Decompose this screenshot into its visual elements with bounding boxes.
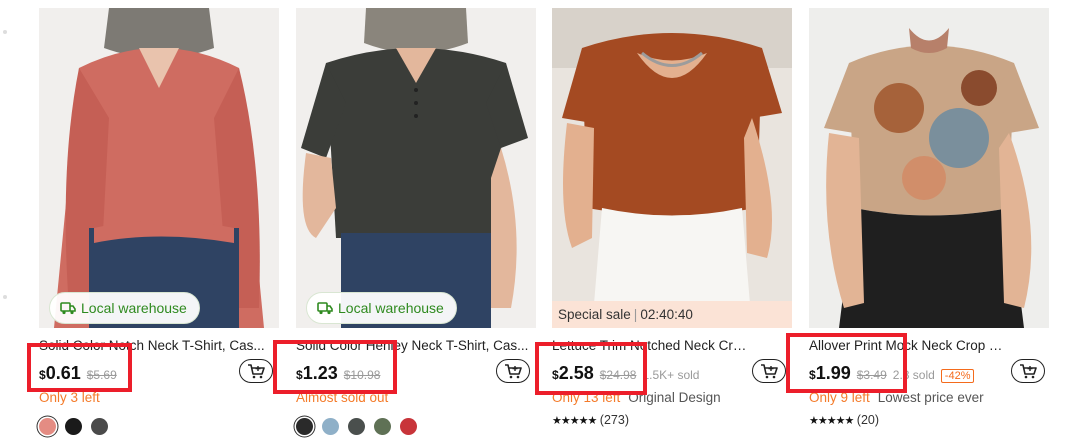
stock-status: Only 13 left Original Design: [552, 390, 721, 405]
sale-price: $1.99: [809, 363, 851, 383]
add-to-cart-button[interactable]: [752, 359, 786, 383]
add-to-cart-button[interactable]: [239, 359, 273, 383]
product-note: Lowest price ever: [877, 390, 984, 405]
sale-price: $0.61: [39, 363, 81, 383]
rating-count: (273): [599, 413, 629, 427]
discount-badge: -42%: [940, 369, 975, 383]
product-title[interactable]: Lettuce Trim Notched Neck Crop T-...: [552, 338, 752, 353]
product-title[interactable]: Solid Color Notch Neck T-Shirt, Cas...: [39, 338, 279, 353]
stock-status: Almost sold out: [296, 390, 389, 405]
product-card-1[interactable]: Local warehouse Solid Color Notch Neck T…: [39, 8, 279, 439]
add-to-cart-icon: [1020, 364, 1037, 379]
badge-label: Local warehouse: [81, 300, 187, 316]
price-row: $2.58 $24.98 1.5K+ sold: [552, 363, 699, 387]
product-note: Original Design: [628, 390, 721, 405]
add-to-cart-icon: [505, 364, 522, 379]
product-card-4[interactable]: Allover Print Mock Neck Crop Top, Y... $…: [809, 8, 1049, 439]
countdown-timer: 02:40:40: [640, 307, 693, 322]
sold-count: 1.5K+ sold: [642, 368, 700, 382]
add-to-cart-icon: [248, 364, 265, 379]
product-image[interactable]: Special sale | 02:40:40: [552, 8, 792, 328]
product-card-3[interactable]: Special sale | 02:40:40 Lettuce Trim Not…: [552, 8, 792, 439]
star-icon: ★★★★★: [809, 415, 854, 427]
color-swatch-2[interactable]: [65, 418, 82, 435]
badge-label: Local warehouse: [338, 300, 444, 316]
color-swatch-4[interactable]: [374, 418, 391, 435]
add-to-cart-button[interactable]: [1011, 359, 1045, 383]
rating-count: (20): [856, 413, 880, 427]
sale-price: $2.58: [552, 363, 594, 383]
product-title[interactable]: Solid Color Henley Neck T-Shirt, Cas...: [296, 338, 536, 353]
price-row: $1.23 $10.98: [296, 363, 380, 387]
product-image[interactable]: [809, 8, 1049, 328]
color-swatch-3[interactable]: [91, 418, 108, 435]
special-sale-banner: Special sale | 02:40:40: [552, 301, 792, 328]
price-row: $0.61 $5.69: [39, 363, 117, 387]
rating: ★★★★★ (20): [809, 413, 879, 427]
product-image[interactable]: Local warehouse: [39, 8, 279, 328]
color-swatch-5[interactable]: [400, 418, 417, 435]
product-image[interactable]: Local warehouse: [296, 8, 536, 328]
local-warehouse-icon: [60, 302, 76, 315]
stock-status: Only 3 left: [39, 390, 100, 405]
original-price: $10.98: [343, 368, 381, 382]
add-to-cart-icon: [761, 364, 778, 379]
color-swatch-2[interactable]: [322, 418, 339, 435]
product-title[interactable]: Allover Print Mock Neck Crop Top, Y...: [809, 338, 1009, 353]
star-icon: ★★★★★: [552, 415, 597, 427]
local-warehouse-badge: Local warehouse: [49, 292, 200, 324]
color-swatch-3[interactable]: [348, 418, 365, 435]
sale-label: Special sale: [558, 307, 631, 322]
add-to-cart-button[interactable]: [496, 359, 530, 383]
color-swatches: [296, 418, 417, 435]
original-price: $24.98: [599, 368, 637, 382]
sold-count: 2.8 sold: [892, 368, 935, 382]
color-swatch-1[interactable]: [39, 418, 56, 435]
stock-status: Only 9 left Lowest price ever: [809, 390, 984, 405]
product-card-2[interactable]: Local warehouse Solid Color Henley Neck …: [296, 8, 536, 439]
color-swatches: [39, 418, 108, 435]
local-warehouse-badge: Local warehouse: [306, 292, 457, 324]
sale-price: $1.23: [296, 363, 338, 383]
original-price: $3.49: [856, 368, 887, 382]
rating: ★★★★★ (273): [552, 413, 629, 427]
local-warehouse-icon: [317, 302, 333, 315]
decorative-dot: [3, 295, 7, 299]
price-row: $1.99 $3.49 2.8 sold -42%: [809, 363, 975, 387]
color-swatch-1[interactable]: [296, 418, 313, 435]
decorative-dot: [3, 30, 7, 34]
original-price: $5.69: [86, 368, 117, 382]
separator: |: [633, 307, 638, 322]
